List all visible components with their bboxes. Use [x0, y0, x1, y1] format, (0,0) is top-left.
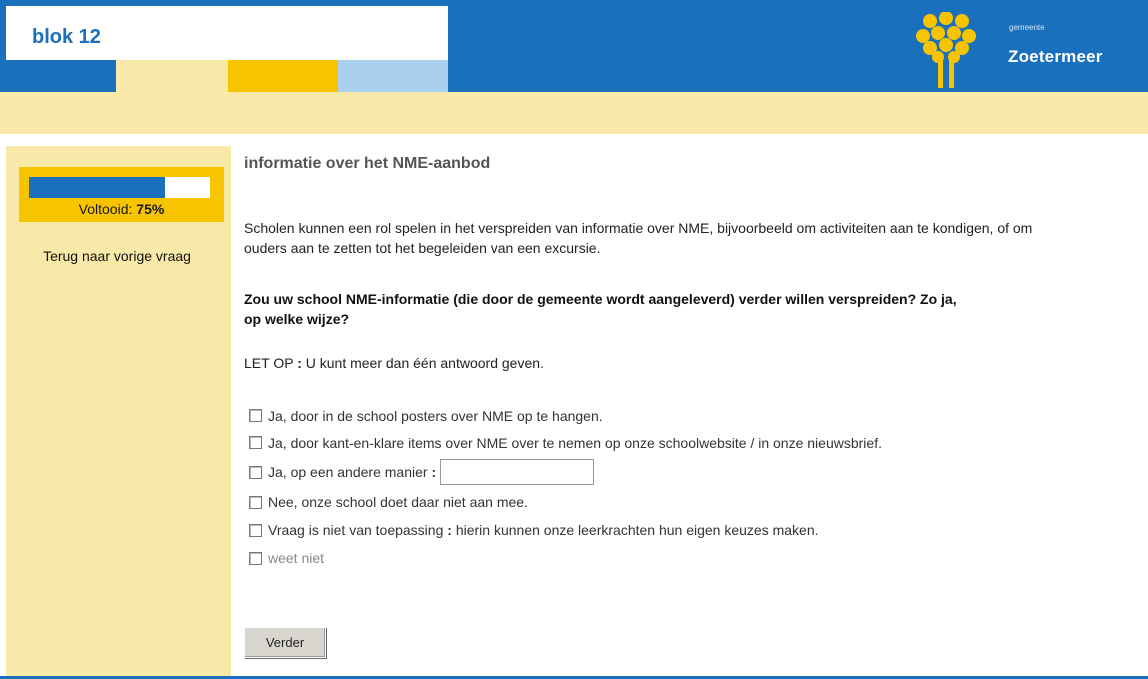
checkbox[interactable]	[249, 551, 262, 565]
checkbox[interactable]	[249, 465, 262, 479]
option-no[interactable]: Nee, onze school doet daar niet aan mee.	[249, 488, 882, 516]
progress-bar	[29, 177, 210, 198]
progress-label: Voltooid: 75%	[19, 201, 224, 217]
note-body: U kunt meer dan één antwoord geven.	[305, 355, 544, 371]
title-box: blok 12	[6, 6, 448, 60]
checkbox[interactable]	[249, 436, 262, 449]
note-prefix: LET OP	[244, 355, 294, 371]
question-title: informatie over het NME-aanbod	[244, 155, 491, 172]
municipality-label: gemeente	[1009, 23, 1045, 32]
option-website-newsletter[interactable]: Ja, door kant-en-klare items over NME ov…	[249, 429, 882, 456]
checkbox[interactable]	[249, 495, 262, 509]
checkbox[interactable]	[249, 409, 262, 422]
color-strip-yellow	[228, 60, 338, 92]
back-to-previous-link[interactable]: Terug naar vorige vraag	[6, 248, 228, 264]
option-other-way[interactable]: Ja, op een andere manier :	[249, 456, 882, 488]
option-not-applicable[interactable]: Vraag is niet van toepassing : hierin ku…	[249, 516, 882, 544]
sub-header-band	[0, 92, 1148, 134]
progress-box: Voltooid: 75%	[19, 167, 224, 222]
progress-value: 75%	[136, 201, 165, 217]
header-banner: blok 12 gemeente Zoetermeer	[0, 0, 1148, 92]
municipality-name: Zoetermeer	[1008, 47, 1103, 66]
color-strip-light-yellow	[116, 60, 228, 92]
option-dont-know[interactable]: weet niet	[249, 544, 882, 572]
color-strip-blue	[6, 60, 116, 92]
other-way-input[interactable]	[440, 459, 595, 485]
sidebar: Voltooid: 75% Terug naar vorige vraag	[6, 146, 231, 676]
note-text: LET OP : U kunt meer dan één antwoord ge…	[244, 355, 544, 371]
intro-text: Scholen kunnen een rol spelen in het ver…	[244, 220, 1033, 256]
options-list: Ja, door in de school posters over NME o…	[249, 402, 882, 572]
color-strip-light-blue	[338, 60, 448, 92]
progress-bar-fill	[29, 177, 165, 198]
zoetermeer-flower-logo-icon	[916, 12, 976, 88]
continue-button[interactable]: Verder	[244, 627, 326, 658]
progress-label-text: Voltooid:	[78, 201, 133, 217]
checkbox[interactable]	[249, 523, 262, 537]
page-block-title: blok 12	[32, 26, 101, 48]
question-text: Zou uw school NME-informatie (die door d…	[244, 291, 957, 327]
option-posters[interactable]: Ja, door in de school posters over NME o…	[249, 402, 882, 429]
